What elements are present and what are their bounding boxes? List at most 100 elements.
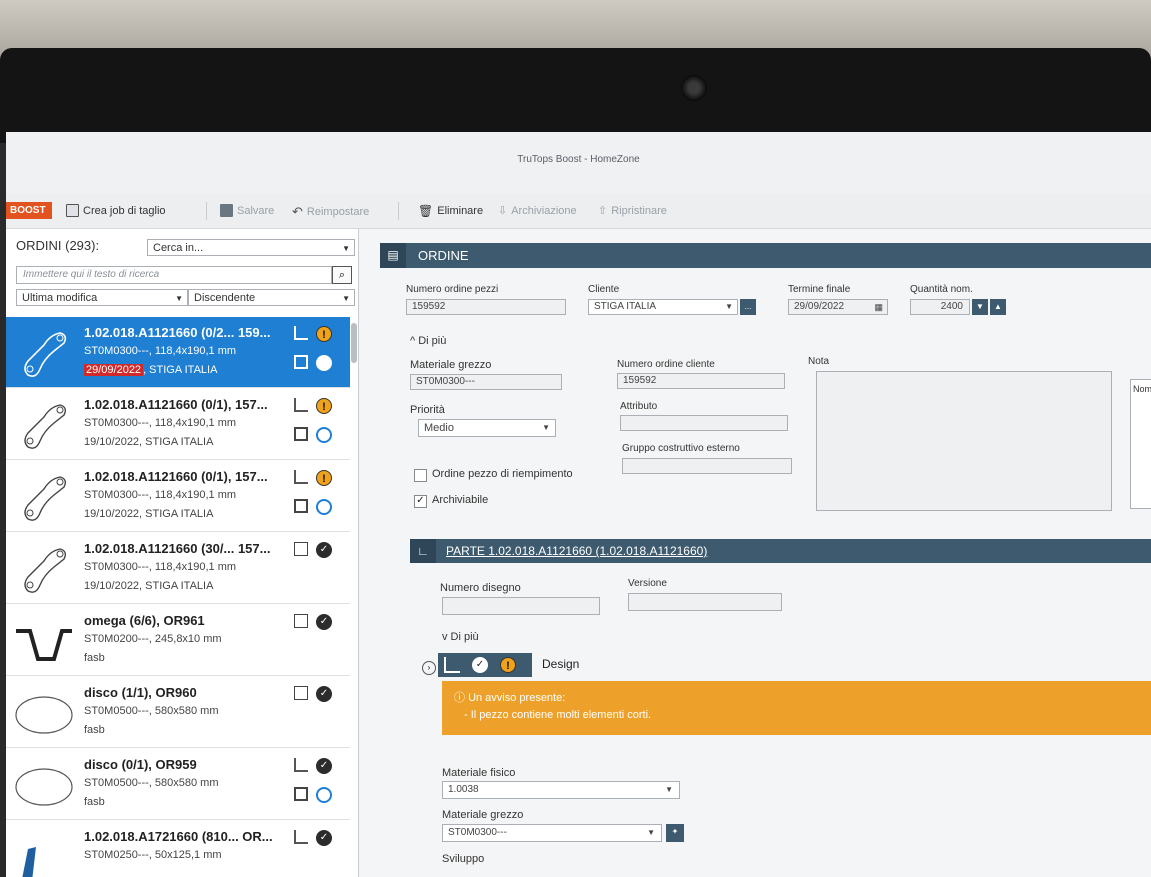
version-field[interactable] bbox=[628, 593, 782, 611]
order-list-item[interactable]: 1.02.018.A1121660 (0/2... 159... ST0M030… bbox=[6, 317, 350, 388]
fill-order-checkbox[interactable] bbox=[414, 469, 427, 482]
order-more-toggle[interactable]: ^ Di più bbox=[410, 335, 446, 347]
status-circle-icon bbox=[316, 427, 332, 443]
part-more-toggle[interactable]: v Di più bbox=[442, 631, 479, 643]
delete-label: Eliminare bbox=[437, 205, 484, 217]
search-button[interactable]: ⌕ bbox=[332, 266, 352, 284]
orders-panel: ORDINI (293): Cerca in... ▼ Immettere qu… bbox=[6, 229, 359, 877]
drawing-number-field[interactable] bbox=[442, 597, 600, 615]
create-job-button[interactable]: Crea job di taglio bbox=[66, 204, 166, 217]
raw-material-field[interactable]: ST0M0300--- bbox=[410, 374, 562, 390]
part-bend-icon bbox=[294, 398, 308, 412]
order-title: 1.02.018.A1121660 (30/... 157... bbox=[84, 541, 271, 556]
external-group-field[interactable] bbox=[622, 458, 792, 474]
order-list-item[interactable]: 1.02.018.A1721660 (810... OR... ST0M0250… bbox=[6, 821, 350, 877]
physical-material-label: Materiale fisico bbox=[442, 767, 516, 779]
part-raw-material-value: ST0M0300--- bbox=[448, 827, 507, 838]
order-material: ST0M0300---, 118,4x190,1 mm bbox=[84, 561, 237, 573]
check-icon: ✓ bbox=[316, 758, 332, 774]
warning-icon[interactable]: ! bbox=[500, 657, 516, 673]
order-list-item[interactable]: 1.02.018.A1121660 (0/1), 157... ST0M0300… bbox=[6, 461, 350, 532]
customer-dropdown[interactable]: STIGA ITALIA ▼ bbox=[588, 299, 738, 315]
status-circle-icon bbox=[316, 499, 332, 515]
material-picker-button[interactable]: ✦ bbox=[666, 824, 684, 842]
create-job-label: Crea job di taglio bbox=[83, 204, 166, 217]
part-section-title[interactable]: PARTE 1.02.018.A1121660 (1.02.018.A11216… bbox=[446, 539, 707, 563]
sort-field-dropdown[interactable]: Ultima modifica ▼ bbox=[16, 289, 188, 306]
attribute-field[interactable] bbox=[620, 415, 788, 431]
customer-value: STIGA ITALIA bbox=[594, 301, 657, 312]
raw-material-label: Materiale grezzo bbox=[410, 359, 492, 371]
side-table: Nom bbox=[1130, 379, 1151, 509]
list-scrollbar[interactable] bbox=[351, 323, 357, 363]
boost-logo: BOOST bbox=[6, 202, 52, 219]
note-textarea[interactable] bbox=[816, 371, 1112, 511]
expand-icon[interactable]: › bbox=[422, 661, 436, 675]
physical-material-dropdown[interactable]: 1.0038 ▼ bbox=[442, 781, 680, 799]
quantity-stepper[interactable]: 2400 bbox=[910, 299, 970, 315]
part-bend-icon bbox=[294, 470, 308, 484]
document-icon bbox=[294, 614, 308, 628]
priority-label: Priorità bbox=[410, 404, 445, 416]
search-scope-value: Cerca in... bbox=[153, 242, 204, 254]
decrement-button[interactable]: ▼ bbox=[972, 299, 988, 315]
order-list-item[interactable]: 1.02.018.A1121660 (30/... 157... ST0M030… bbox=[6, 533, 350, 604]
nest-icon bbox=[294, 427, 308, 441]
order-date-customer: 29/09/2022, STIGA ITALIA bbox=[84, 364, 217, 376]
monitor-bezel bbox=[0, 48, 1151, 143]
chevron-down-icon: ▼ bbox=[542, 423, 550, 432]
check-icon: ✓ bbox=[316, 542, 332, 558]
client-order-field[interactable]: 159592 bbox=[617, 373, 785, 389]
deadline-label: Termine finale bbox=[788, 284, 851, 295]
search-scope-dropdown[interactable]: Cerca in... ▼ bbox=[147, 239, 355, 256]
search-icon: ⌕ bbox=[338, 269, 346, 281]
part-thumbnail bbox=[24, 332, 67, 377]
restore-icon: ⇧ bbox=[598, 205, 608, 217]
order-list-item[interactable]: omega (6/6), OR961 ST0M0200---, 245,8x10… bbox=[6, 605, 350, 676]
customer-browse-button[interactable]: ... bbox=[740, 299, 756, 315]
deadline-field[interactable]: 29/09/2022 ▦ bbox=[788, 299, 888, 315]
part-thumbnail bbox=[24, 476, 67, 521]
delete-button[interactable]: 🗑 Eliminare bbox=[418, 204, 483, 218]
part-thumbnail bbox=[16, 629, 72, 661]
order-section-header: ▤ ORDINE bbox=[380, 243, 1151, 268]
order-date-customer: 19/10/2022, STIGA ITALIA bbox=[84, 508, 214, 520]
part-bend-icon bbox=[294, 326, 308, 340]
design-tab[interactable]: Design bbox=[542, 657, 579, 671]
order-list-item[interactable]: 1.02.018.A1121660 (0/1), 157... ST0M0300… bbox=[6, 389, 350, 460]
part-bend-icon[interactable] bbox=[444, 657, 460, 673]
reset-button[interactable]: ↶ Reimpostare bbox=[292, 204, 369, 220]
nest-icon bbox=[294, 355, 308, 369]
part-raw-material-dropdown[interactable]: ST0M0300--- ▼ bbox=[442, 824, 662, 842]
search-input[interactable]: Immettere qui il testo di ricerca bbox=[16, 266, 332, 284]
sort-order-dropdown[interactable]: Discendente ▼ bbox=[188, 289, 355, 306]
external-group-label: Gruppo costruttivo esterno bbox=[622, 443, 740, 454]
order-material: ST0M0300---, 118,4x190,1 mm bbox=[84, 489, 237, 501]
chevron-down-icon: ▼ bbox=[342, 294, 350, 303]
order-customer: fasb bbox=[84, 796, 105, 808]
order-detail-panel: ▤ ORDINE Numero ordine pezzi 159592 Clie… bbox=[370, 229, 1151, 877]
quantity-label: Quantità nom. bbox=[910, 284, 973, 295]
nest-icon bbox=[294, 787, 308, 801]
order-list-item[interactable]: disco (0/1), OR959 ST0M0500---, 580x580 … bbox=[6, 749, 350, 820]
client-order-label: Numero ordine cliente bbox=[617, 359, 715, 370]
job-icon bbox=[66, 204, 79, 217]
save-icon bbox=[220, 204, 233, 217]
check-icon: ✓ bbox=[316, 614, 332, 630]
increment-button[interactable]: ▲ bbox=[990, 299, 1006, 315]
order-material: ST0M0200---, 245,8x10 mm bbox=[84, 633, 222, 645]
toolbar-divider bbox=[206, 202, 207, 220]
part-status-tabs: ✓ ! bbox=[438, 653, 532, 677]
check-icon[interactable]: ✓ bbox=[472, 657, 488, 673]
toolbar-divider bbox=[398, 202, 399, 220]
screen: TruTops Boost - HomeZone BOOST Crea job … bbox=[6, 132, 1151, 877]
archive-button[interactable]: ⇩ Archiviazione bbox=[498, 204, 577, 218]
order-number-field[interactable]: 159592 bbox=[406, 299, 566, 315]
priority-dropdown[interactable]: Medio ▼ bbox=[418, 419, 556, 437]
chevron-down-icon: ▼ bbox=[647, 828, 655, 837]
restore-button[interactable]: ⇧ Ripristinare bbox=[598, 204, 667, 218]
archivable-label: Archiviabile bbox=[432, 494, 489, 506]
save-button[interactable]: Salvare bbox=[220, 204, 274, 217]
order-list-item[interactable]: disco (1/1), OR960 ST0M0500---, 580x580 … bbox=[6, 677, 350, 748]
archivable-checkbox[interactable]: ✓ bbox=[414, 495, 427, 508]
